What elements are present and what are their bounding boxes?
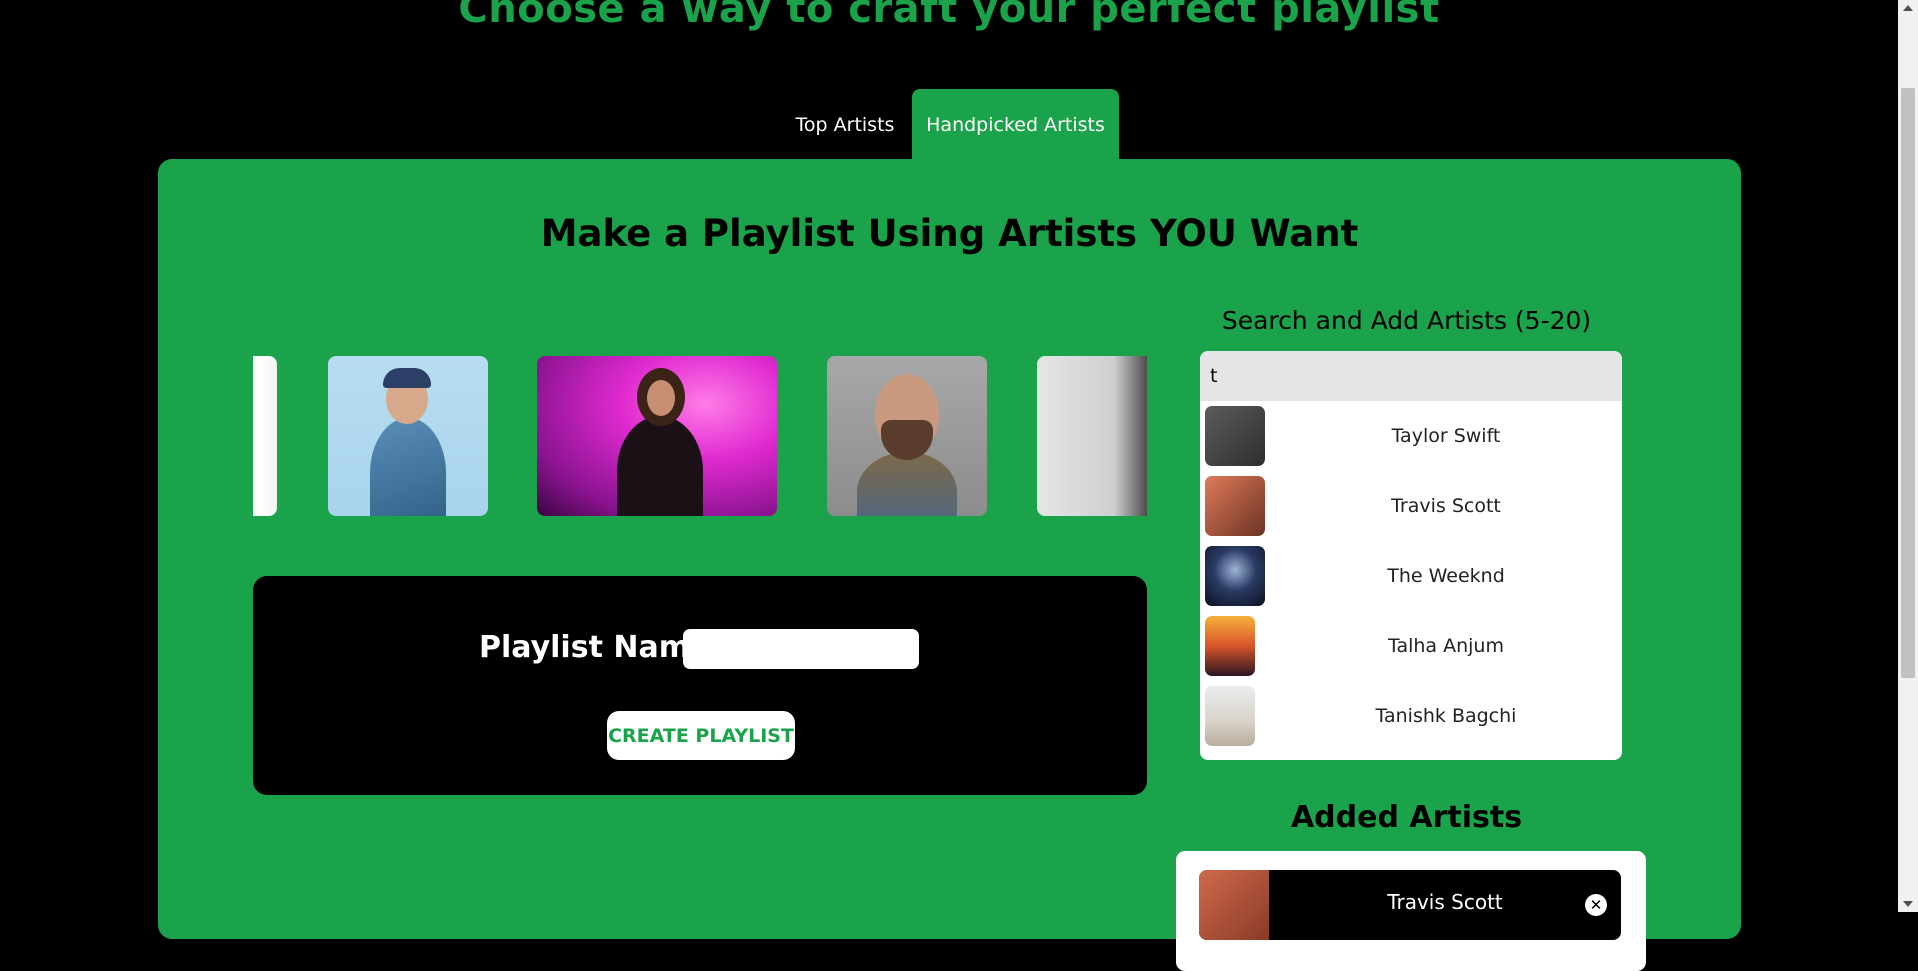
page-scrollbar[interactable] [1898, 0, 1918, 912]
playlist-name-input[interactable] [683, 629, 919, 669]
artist-name: The Weeknd [1387, 565, 1505, 587]
scrollbar-thumb[interactable] [1901, 88, 1915, 678]
artist-carousel[interactable] [253, 356, 1147, 520]
close-icon[interactable]: ✕ [1585, 894, 1607, 916]
search-result-item[interactable]: Talha Anjum [1200, 611, 1622, 681]
search-result-item[interactable]: The Weeknd [1200, 541, 1622, 611]
search-result-item[interactable]: Tanishk Bagchi [1200, 681, 1622, 751]
added-artists-list: Travis Scott ✕ [1176, 851, 1646, 971]
scroll-up-arrow-icon[interactable] [1903, 5, 1913, 11]
search-box: Taylor Swift Travis Scott The Weeknd Tal… [1200, 351, 1622, 760]
artist-name: Tanishk Bagchi [1375, 705, 1517, 727]
tab-bar: Top Artists Handpicked Artists [0, 89, 1898, 159]
tab-top-artists[interactable]: Top Artists [780, 89, 910, 159]
panel-title: Make a Playlist Using Artists YOU Want [540, 212, 1359, 255]
added-artist-item: Travis Scott ✕ [1199, 870, 1621, 940]
artist-thumbnail [1205, 476, 1265, 536]
artist-name: Travis Scott [1391, 495, 1501, 517]
scroll-down-arrow-icon[interactable] [1903, 901, 1913, 907]
artist-thumbnail [1199, 870, 1269, 940]
artist-image [827, 356, 987, 516]
artist-image [253, 356, 277, 516]
create-playlist-box: Playlist Name: CREATE PLAYLIST [253, 576, 1147, 795]
search-title: Search and Add Artists (5-20) [1221, 306, 1592, 335]
tab-handpicked-artists[interactable]: Handpicked Artists [912, 89, 1119, 159]
artist-thumbnail [1205, 616, 1255, 676]
handpicked-panel: Make a Playlist Using Artists YOU Want P… [158, 159, 1741, 971]
artist-image [328, 356, 488, 516]
artist-name: Travis Scott [1387, 890, 1503, 914]
search-result-item[interactable]: Travis Scott [1200, 471, 1622, 541]
page-title: Choose a way to craft your perfect playl… [458, 0, 1440, 32]
create-playlist-button[interactable]: CREATE PLAYLIST [607, 711, 795, 760]
artist-name: Talha Anjum [1388, 635, 1504, 657]
added-artists-title: Added Artists [1290, 800, 1523, 835]
artist-thumbnail [1205, 686, 1255, 746]
artist-name: Taylor Swift [1391, 425, 1501, 447]
artist-image [1037, 356, 1147, 516]
artist-thumbnail [1205, 546, 1265, 606]
search-input[interactable] [1200, 351, 1622, 401]
artist-image [537, 356, 777, 516]
search-result-item[interactable]: Taylor Swift [1200, 401, 1622, 471]
artist-thumbnail [1205, 406, 1265, 466]
